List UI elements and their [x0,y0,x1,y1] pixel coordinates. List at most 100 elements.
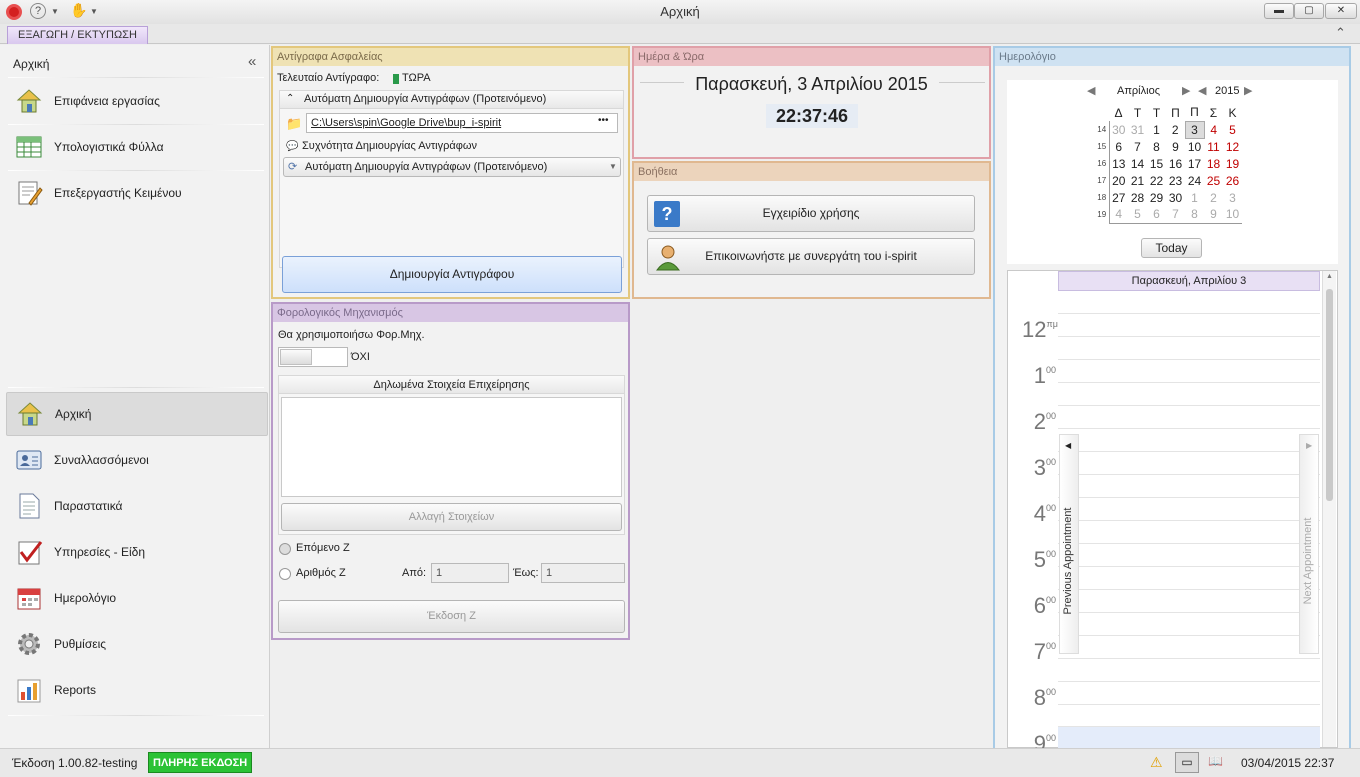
normal-view-icon[interactable]: ▭ [1175,752,1199,773]
warning-icon[interactable]: ⚠ [1150,754,1163,771]
nav-item-documents[interactable]: Παραστατικά [6,484,268,528]
hour-line [1058,658,1320,659]
day-cell[interactable]: 6 [1147,206,1166,224]
day-cell[interactable]: 8 [1185,206,1204,224]
weekday-label: Π [1171,105,1180,120]
day-cell[interactable]: 9 [1204,206,1223,224]
change-details-button[interactable]: Αλλαγή Στοιχείων [281,503,622,531]
day-cell[interactable]: 10 [1185,138,1204,155]
reading-view-icon[interactable]: 📖 [1208,754,1223,768]
day-view-scrollbar[interactable]: ▲ [1322,271,1336,747]
nav-item-label: Ρυθμίσεις [54,637,107,651]
day-cell[interactable]: 20 [1108,172,1128,189]
day-cell[interactable]: 13 [1108,155,1128,172]
day-cell[interactable]: 14 [1128,155,1147,172]
close-button[interactable]: ✕ [1325,3,1357,19]
nav-item-text-editor[interactable]: Επεξεργαστής Κειμένου [6,171,268,215]
hour-number: 2 [1033,409,1046,434]
day-cell[interactable]: 31 [1128,121,1147,138]
tab-export-print[interactable]: ΕΞΑΓΩΓΗ / ΕΚΤΥΠΩΣΗ [7,26,148,44]
day-cell[interactable]: 27 [1108,189,1128,206]
day-cell[interactable]: 2 [1204,189,1223,206]
maximize-button[interactable]: ▢ [1294,3,1324,19]
work-hours-band [1058,726,1320,748]
create-backup-button[interactable]: Δημιουργία Αντιγράφου [282,256,622,293]
number-z-radio[interactable] [279,568,291,580]
day-cell-today[interactable]: 3 [1184,120,1205,139]
scrollbar-thumb[interactable] [1326,289,1333,501]
nav-item-desktop[interactable]: Επιφάνεια εργασίας [6,79,268,123]
group-header[interactable]: ⌃ Αυτόματη Δημιουργία Αντιγράφων (Προτει… [280,91,623,109]
from-input[interactable]: 1 [431,563,509,583]
day-cell[interactable]: 21 [1128,172,1147,189]
next-year-icon[interactable]: ▶ [1244,84,1252,97]
nav-item-home[interactable]: Αρχική [6,392,268,436]
previous-appointment-button[interactable]: ◀ Previous Appointment [1059,434,1079,654]
day-cell[interactable]: 1 [1185,189,1204,206]
week-row: 15 6 7 8 9 10 11 12 [1095,138,1242,155]
day-cell[interactable]: 9 [1166,138,1185,155]
day-cell[interactable]: 29 [1147,189,1166,206]
day-cell[interactable]: 4 [1204,121,1223,138]
day-cell[interactable]: 16 [1166,155,1185,172]
nav-item-label: Παραστατικά [54,499,123,513]
day-cell[interactable]: 15 [1147,155,1166,172]
day-cell[interactable]: 30 [1166,189,1185,206]
day-cell[interactable]: 6 [1108,138,1128,155]
collapse-icon[interactable]: ⌃ [286,93,294,104]
prev-month-icon[interactable]: ◀ [1087,84,1095,97]
frequency-select[interactable]: ⟳ Αυτόματη Δημιουργία Αντιγράφων (Προτει… [283,157,621,177]
day-cell[interactable]: 18 [1204,155,1223,172]
day-cell[interactable]: 7 [1128,138,1147,155]
ribbon-collapse-icon[interactable]: ⌃ [1335,25,1346,41]
contact-partner-button[interactable]: Επικοινωνήστε με συνεργάτη του i-spirit [647,238,975,275]
day-cell[interactable]: 1 [1147,121,1166,138]
next-z-radio[interactable] [279,543,291,555]
nav-item-reports[interactable]: Reports [6,668,268,712]
day-cell[interactable]: 8 [1147,138,1166,155]
day-cell[interactable]: 7 [1166,206,1185,224]
prev-year-icon[interactable]: ◀ [1198,84,1206,97]
next-appointment-button[interactable]: ▶ Next Appointment [1299,434,1319,654]
browse-button[interactable]: ••• [598,115,609,126]
toggle-thumb[interactable] [280,349,312,365]
last-backup-label: Τελευταίο Αντίγραφο: [277,72,380,84]
day-cell[interactable]: 24 [1185,172,1204,189]
business-details-textarea[interactable] [281,397,622,497]
today-button[interactable]: Today [1141,238,1202,258]
day-cell[interactable]: 2 [1166,121,1185,138]
month-grid: Δ Τ Τ Π Π Σ Κ 14 30 31 1 2 3 4 5 15 6 7 … [1095,104,1242,224]
nav-collapse-icon[interactable]: « [248,53,256,70]
day-cell[interactable]: 19 [1223,155,1242,172]
day-cell[interactable]: 17 [1185,155,1204,172]
day-cell[interactable]: 30 [1108,121,1128,138]
day-cell[interactable]: 5 [1128,206,1147,224]
panel-title: Ημερολόγιο [995,48,1349,66]
folder-icon[interactable]: 📁 [286,116,302,132]
nav-item-contacts[interactable]: Συναλλασσόμενοι [6,438,268,482]
user-manual-button[interactable]: ? Εγχειρίδιο χρήσης [647,195,975,232]
nav-item-calendar[interactable]: Ημερολόγιο [6,576,268,620]
nav-item-spreadsheets[interactable]: Υπολογιστικά Φύλλα [6,125,268,169]
day-cell[interactable]: 23 [1166,172,1185,189]
day-cell[interactable]: 28 [1128,189,1147,206]
day-cell[interactable]: 22 [1147,172,1166,189]
day-cell[interactable]: 26 [1223,172,1242,189]
next-month-icon[interactable]: ▶ [1182,84,1190,97]
issue-z-button[interactable]: Έκδοση Ζ [278,600,625,633]
nav-item-settings[interactable]: Ρυθμίσεις [6,622,268,666]
day-cell[interactable]: 10 [1223,206,1242,224]
day-cell[interactable]: 4 [1108,206,1128,224]
minimize-button[interactable]: ▬ [1264,3,1294,19]
day-cell[interactable]: 25 [1204,172,1223,189]
day-cell[interactable]: 12 [1223,138,1242,155]
day-cell[interactable]: 11 [1204,138,1223,155]
panel-title: Αντίγραφα Ασφαλείας [273,48,628,66]
fiscal-toggle[interactable] [278,347,348,367]
day-cell[interactable]: 5 [1223,121,1242,138]
day-cell[interactable]: 3 [1223,189,1242,206]
nav-item-services[interactable]: Υπηρεσίες - Είδη [6,530,268,574]
backup-path-field[interactable]: C:\Users\spin\Google Drive\bup_i-spirit [306,113,618,133]
scroll-up-icon[interactable]: ▲ [1326,273,1333,280]
to-input[interactable]: 1 [541,563,625,583]
